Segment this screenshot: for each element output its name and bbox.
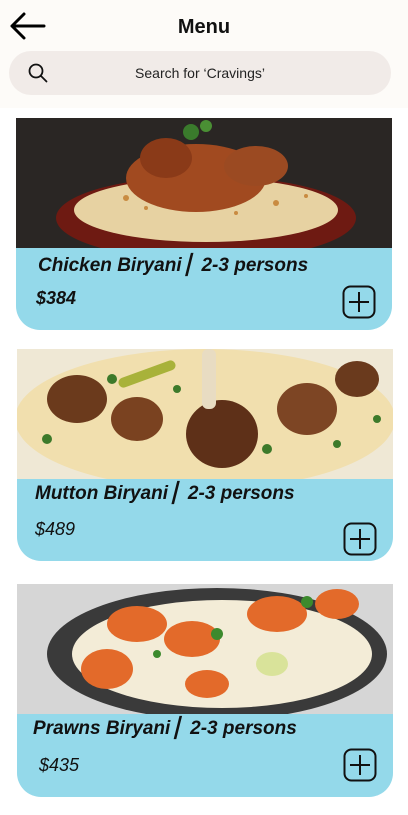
- page-title: Menu: [177, 16, 231, 38]
- item-price: $435: [39, 755, 80, 775]
- food-photo: [17, 349, 393, 479]
- add-to-cart-button[interactable]: [343, 522, 377, 556]
- item-name: Mutton Biryani ▏2-3 persons: [35, 483, 295, 504]
- item-price: $489: [35, 519, 76, 539]
- menu-card-mutton-biryani[interactable]: Mutton Biryani ▏2-3 persons $489: [17, 349, 393, 561]
- top-header: Menu Search for ‘Cravings’: [0, 0, 408, 108]
- search-bar[interactable]: Search for ‘Cravings’: [9, 51, 391, 95]
- food-photo: [17, 584, 393, 714]
- menu-card-prawns-biryani[interactable]: Prawns Biryani ▏2-3 persons $435: [17, 584, 393, 797]
- add-to-cart-button[interactable]: [342, 285, 376, 319]
- plus-square-icon: [343, 522, 377, 556]
- item-price: $384: [36, 288, 77, 308]
- menu-card-chicken-biryani[interactable]: Chicken Biryani ▏2-3 persons $384: [16, 118, 392, 330]
- search-input[interactable]: Search for ‘Cravings’: [9, 65, 391, 81]
- add-to-cart-button[interactable]: [343, 748, 377, 782]
- plus-square-icon: [343, 748, 377, 782]
- item-name: Prawns Biryani ▏2-3 persons: [33, 718, 297, 739]
- food-photo: [16, 118, 392, 248]
- item-name: Chicken Biryani ▏2-3 persons: [38, 255, 309, 276]
- plus-square-icon: [342, 285, 376, 319]
